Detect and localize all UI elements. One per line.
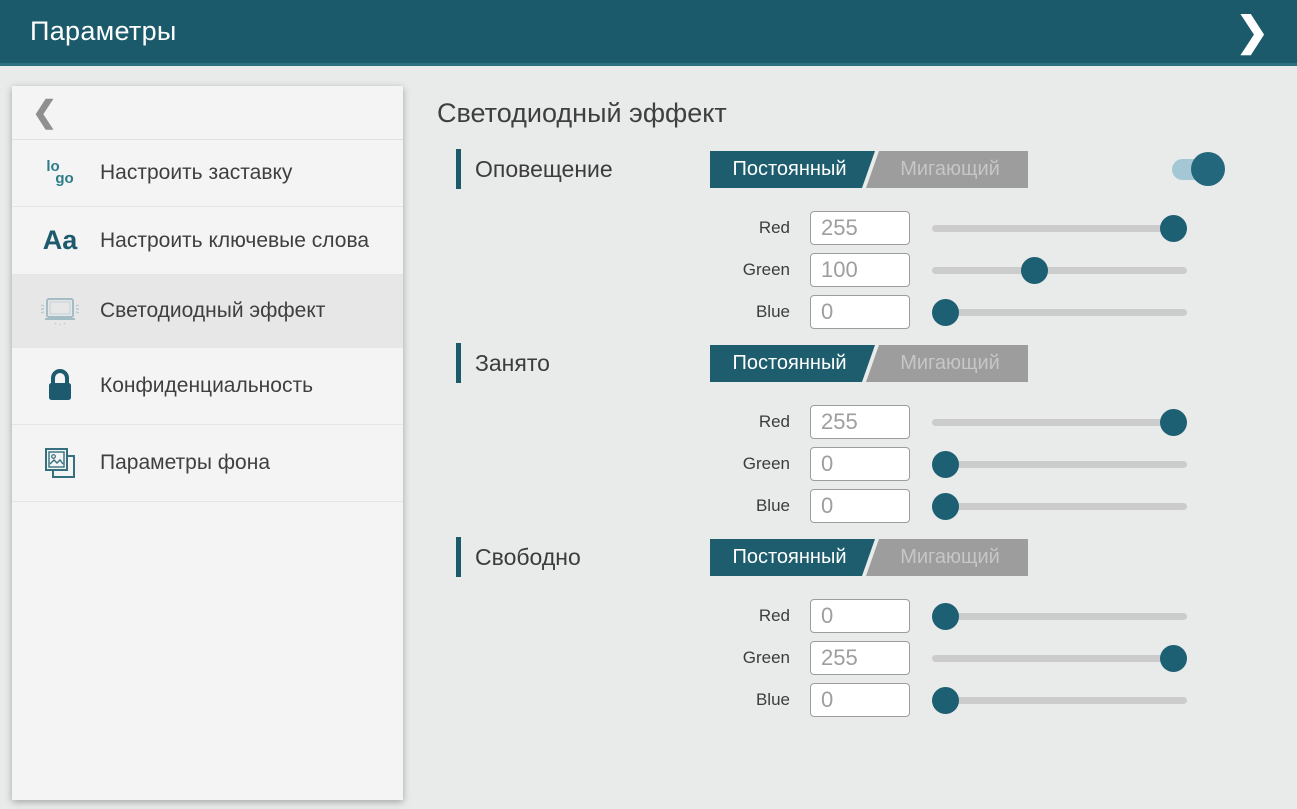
slider-track — [932, 697, 1187, 704]
mode-constant-button[interactable]: Постоянный — [710, 345, 875, 382]
slider-track — [932, 655, 1187, 662]
slider-track — [932, 309, 1187, 316]
blue-row: Blue — [437, 683, 1297, 717]
slider-track — [932, 461, 1187, 468]
red-input[interactable] — [810, 211, 910, 245]
red-label: Red — [437, 412, 790, 432]
red-row: Red — [437, 405, 1297, 439]
blue-slider[interactable] — [932, 489, 1187, 523]
green-slider[interactable] — [932, 641, 1187, 675]
chevron-left-icon[interactable]: ❮ — [32, 98, 57, 128]
green-row: Green — [437, 641, 1297, 675]
section-accent-bar — [456, 343, 461, 383]
green-label: Green — [437, 454, 790, 474]
sidebar-item-label: Настроить ключевые слова — [100, 228, 369, 254]
blue-slider[interactable] — [932, 683, 1187, 717]
background-image-icon — [38, 445, 82, 481]
slider-track — [932, 267, 1187, 274]
section-notification: Оповещение Постоянный Мигающий Red Green — [437, 149, 1297, 329]
red-slider[interactable] — [932, 405, 1187, 439]
sidebar-item-screensaver[interactable]: logo Настроить заставку — [12, 140, 403, 207]
sidebar-item-privacy[interactable]: Конфиденциальность — [12, 348, 403, 425]
red-row: Red — [437, 211, 1297, 245]
slider-thumb[interactable] — [932, 299, 959, 326]
main-title: Светодиодный эффект — [437, 98, 1297, 129]
sidebar-item-led-effect[interactable]: Светодиодный эффект — [12, 275, 403, 348]
section-title: Свободно — [475, 544, 581, 571]
red-slider[interactable] — [932, 211, 1187, 245]
slider-thumb[interactable] — [1160, 645, 1187, 672]
slider-track — [932, 225, 1187, 232]
mode-segmented-control: Постоянный Мигающий — [710, 345, 1028, 382]
red-input[interactable] — [810, 599, 910, 633]
sidebar-item-label: Светодиодный эффект — [100, 298, 325, 324]
notification-toggle[interactable] — [1172, 152, 1225, 186]
sidebar-item-background[interactable]: Параметры фона — [12, 425, 403, 502]
sidebar-back-row[interactable]: ❮ — [12, 86, 403, 140]
led-display-icon — [38, 295, 82, 327]
red-row: Red — [437, 599, 1297, 633]
slider-track — [932, 419, 1187, 426]
red-input[interactable] — [810, 405, 910, 439]
red-label: Red — [437, 218, 790, 238]
green-label: Green — [437, 260, 790, 280]
blue-input[interactable] — [810, 489, 910, 523]
mode-blinking-button[interactable]: Мигающий — [866, 345, 1028, 382]
slider-track — [932, 613, 1187, 620]
mode-constant-button[interactable]: Постоянный — [710, 151, 875, 188]
green-row: Green — [437, 253, 1297, 287]
logo-icon: logo — [38, 161, 82, 185]
green-slider[interactable] — [932, 253, 1187, 287]
sidebar-item-label: Конфиденциальность — [100, 373, 313, 399]
privacy-lock-icon — [38, 368, 82, 404]
green-row: Green — [437, 447, 1297, 481]
blue-row: Blue — [437, 489, 1297, 523]
section-title: Занято — [475, 350, 550, 377]
mode-constant-button[interactable]: Постоянный — [710, 539, 875, 576]
blue-label: Blue — [437, 302, 790, 322]
toggle-thumb[interactable] — [1191, 152, 1225, 186]
green-slider[interactable] — [932, 447, 1187, 481]
slider-thumb[interactable] — [1160, 215, 1187, 242]
sidebar-item-label: Настроить заставку — [100, 160, 292, 186]
green-input[interactable] — [810, 447, 910, 481]
blue-slider[interactable] — [932, 295, 1187, 329]
section-accent-bar — [456, 537, 461, 577]
mode-segmented-control: Постоянный Мигающий — [710, 151, 1028, 188]
mode-blinking-button[interactable]: Мигающий — [866, 539, 1028, 576]
slider-thumb[interactable] — [932, 493, 959, 520]
blue-label: Blue — [437, 690, 790, 710]
settings-sidebar: ❮ logo Настроить заставку Aa Настроить к… — [12, 86, 403, 800]
green-input[interactable] — [810, 641, 910, 675]
blue-input[interactable] — [810, 683, 910, 717]
slider-thumb[interactable] — [932, 603, 959, 630]
slider-thumb[interactable] — [1021, 257, 1048, 284]
section-title: Оповещение — [475, 156, 613, 183]
slider-track — [932, 503, 1187, 510]
blue-label: Blue — [437, 496, 790, 516]
keywords-aa-icon: Aa — [38, 227, 82, 254]
green-input[interactable] — [810, 253, 910, 287]
slider-thumb[interactable] — [932, 451, 959, 478]
sidebar-item-keywords[interactable]: Aa Настроить ключевые слова — [12, 207, 403, 275]
mode-blinking-button[interactable]: Мигающий — [866, 151, 1028, 188]
blue-input[interactable] — [810, 295, 910, 329]
main-content: Светодиодный эффект Оповещение Постоянны… — [437, 86, 1297, 731]
green-label: Green — [437, 648, 790, 668]
section-free: Свободно Постоянный Мигающий Red Green B… — [437, 537, 1297, 717]
section-accent-bar — [456, 149, 461, 189]
section-busy: Занято Постоянный Мигающий Red Green Blu… — [437, 343, 1297, 523]
chevron-right-icon[interactable]: ❯ — [1229, 12, 1275, 52]
slider-thumb[interactable] — [932, 687, 959, 714]
slider-thumb[interactable] — [1160, 409, 1187, 436]
red-label: Red — [437, 606, 790, 626]
mode-segmented-control: Постоянный Мигающий — [710, 539, 1028, 576]
red-slider[interactable] — [932, 599, 1187, 633]
page-title: Параметры — [30, 16, 177, 47]
app-header: Параметры ❯ — [0, 0, 1297, 66]
blue-row: Blue — [437, 295, 1297, 329]
sidebar-item-label: Параметры фона — [100, 450, 270, 476]
